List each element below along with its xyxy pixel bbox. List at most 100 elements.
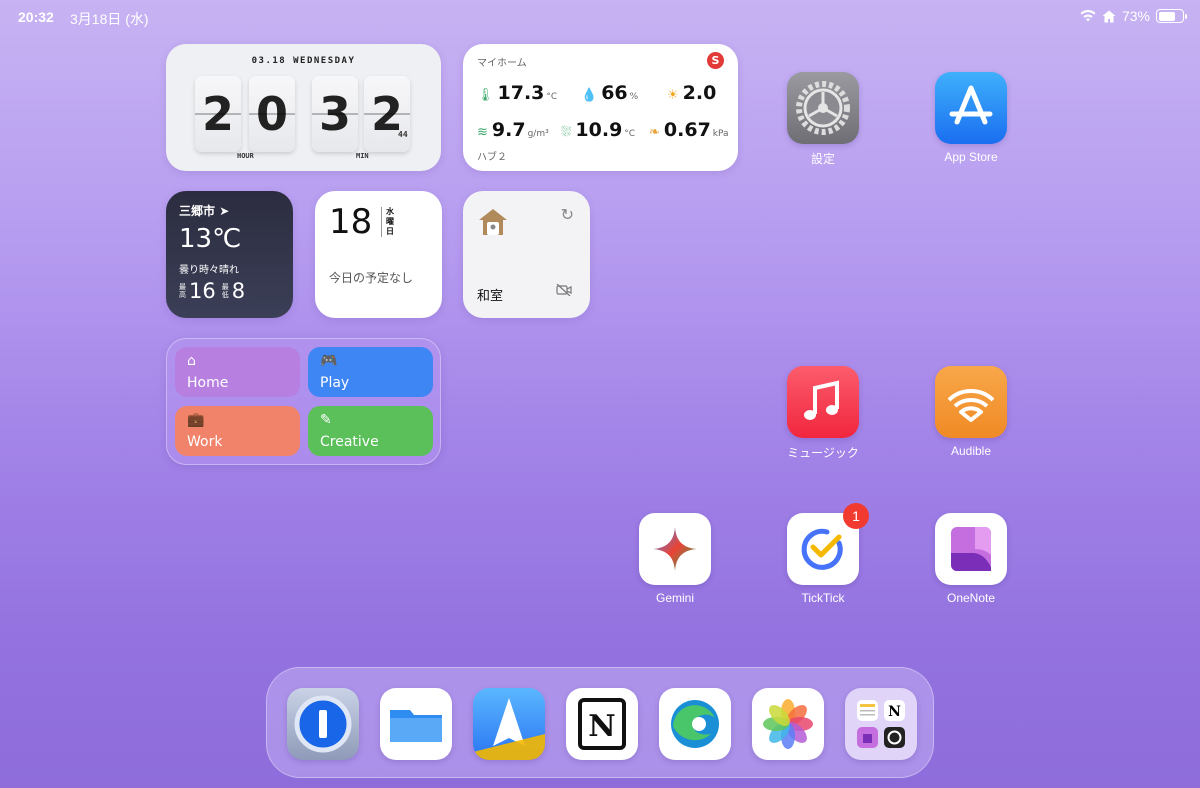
calendar-weekday: 水 曜 日: [381, 207, 394, 237]
gamepad-icon: 🎮: [320, 353, 338, 369]
briefcase-icon: 💼: [187, 412, 205, 428]
temperature-reading: 🌡 17.3 °C: [477, 82, 557, 104]
temperature-value: 17.3: [497, 82, 545, 104]
thermometer-icon: 🌡: [477, 88, 494, 103]
shortcut-work-button[interactable]: 💼 Work: [175, 406, 300, 456]
app-label: App Store: [944, 150, 998, 164]
house-icon: ⌂: [187, 353, 196, 369]
app-label: Audible: [950, 444, 992, 458]
app-folder-icon: N: [857, 700, 905, 748]
status-time: 20:32: [18, 9, 54, 25]
app-label: 設定: [810, 152, 835, 166]
spark-mail-icon: [473, 698, 545, 760]
clock-digit: 2: [364, 76, 410, 152]
home-icon: [1102, 10, 1116, 22]
dock-spark[interactable]: [473, 688, 545, 760]
weather-city: 三郷市 ➤: [179, 204, 230, 218]
vpd-reading: ❧ 0.67 kPa: [649, 119, 729, 141]
pencil-icon: ✎: [320, 412, 332, 428]
shortcut-label: Home: [187, 375, 229, 391]
app-gemini[interactable]: Gemini: [639, 513, 711, 605]
files-folder-icon: [390, 710, 442, 742]
clock-date: 03.18 WEDNESDAY: [251, 56, 356, 66]
app-audible[interactable]: Audible: [935, 366, 1007, 458]
dock-folder[interactable]: N: [845, 688, 917, 760]
camera-widget[interactable]: ↻ 和室: [463, 191, 590, 318]
humidity-reading: 💧 66 %: [581, 82, 638, 104]
absolute-humidity-unit: g/m³: [527, 129, 549, 139]
app-ticktick[interactable]: 1 TickTick: [787, 503, 869, 605]
dew-point-value: 10.9: [575, 119, 623, 141]
shortcut-creative-button[interactable]: ✎ Creative: [308, 406, 433, 456]
app-label: ミュージック: [787, 446, 859, 460]
dew-point-icon: ⛆: [561, 125, 572, 140]
flip-clock-widget[interactable]: 03.18 WEDNESDAY 2 0 3 2 HOUR MIN 44: [166, 44, 441, 171]
humidity-value: 66: [601, 82, 628, 104]
calendar-no-events: 今日の予定なし: [329, 271, 414, 285]
clock-digit: 0: [249, 76, 295, 152]
sun-value: 2.0: [682, 82, 717, 104]
app-appstore[interactable]: App Store: [935, 72, 1007, 164]
dock-files[interactable]: [380, 688, 452, 760]
low-temp: 8: [231, 279, 246, 303]
absolute-humidity-reading: ≋ 9.7 g/m³: [477, 119, 549, 141]
app-label: Gemini: [655, 591, 694, 605]
weather-high-low: 最高 16 最低 8: [179, 279, 249, 303]
hub-label: ハブ２: [477, 152, 507, 163]
humidity-unit: %: [629, 92, 639, 102]
vpd-unit: kPa: [712, 129, 729, 139]
app-onenote[interactable]: OneNote: [935, 513, 1007, 605]
dock-notion[interactable]: N: [566, 688, 638, 760]
wind-icon: ≋: [477, 125, 488, 140]
photos-icon: [763, 699, 813, 749]
shortcut-play-button[interactable]: 🎮 Play: [308, 347, 433, 397]
calendar-widget[interactable]: 18 水 曜 日 今日の予定なし: [315, 191, 442, 318]
refresh-icon[interactable]: ↻: [561, 205, 574, 224]
clock-digit: 2: [195, 76, 241, 152]
camera-room: 和室: [477, 289, 504, 304]
calendar-day: 18: [329, 202, 373, 242]
dock-1password[interactable]: [287, 688, 359, 760]
notification-badge: 1: [843, 503, 869, 529]
dock-photos[interactable]: [752, 688, 824, 760]
dew-point-unit: °C: [624, 129, 636, 139]
settings-gear-icon: [787, 72, 859, 144]
absolute-humidity-value: 9.7: [491, 119, 526, 141]
1password-icon: [294, 695, 352, 753]
app-label: TickTick: [801, 591, 845, 605]
dock-edge[interactable]: [659, 688, 731, 760]
location-arrow-icon: ➤: [219, 204, 230, 218]
home-sensor-widget[interactable]: マイホーム S 🌡 17.3 °C 💧 66 % ☀ 2.0 ≋ 9.7 g/m…: [463, 44, 738, 171]
vpd-value: 0.67: [663, 119, 711, 141]
battery-icon: [1156, 9, 1187, 23]
temperature-unit: °C: [546, 92, 558, 102]
droplet-icon: 💧: [581, 88, 598, 103]
svg-text:N: N: [588, 709, 615, 744]
music-note-icon: [787, 366, 859, 438]
wifi-icon: [1080, 10, 1096, 22]
sun-icon: ☀: [667, 88, 679, 103]
shortcut-home-button[interactable]: ⌂ Home: [175, 347, 300, 397]
svg-text:N: N: [888, 704, 901, 720]
dock: N N: [266, 667, 934, 778]
onenote-icon: [935, 513, 1007, 585]
hour-label: HOUR: [237, 152, 254, 160]
audible-icon: [935, 366, 1007, 438]
app-music[interactable]: ミュージック: [787, 366, 859, 461]
status-date: 3月18日 (水): [70, 11, 149, 27]
shortcut-label: Work: [187, 434, 223, 450]
shortcuts-widget: ⌂ Home 🎮 Play 💼 Work ✎ Creative: [166, 338, 441, 465]
camera-off-icon: [556, 284, 572, 296]
high-temp: 16: [189, 279, 216, 303]
weather-widget[interactable]: 三郷市 ➤ 13℃ 曇り時々晴れ 最高 16 最低 8: [166, 191, 293, 318]
battery-percent: 73%: [1121, 8, 1150, 24]
clock-digit: 3: [312, 76, 358, 152]
app-settings[interactable]: 設定: [787, 72, 859, 167]
min-label: MIN: [356, 152, 369, 160]
notion-icon: N: [578, 698, 626, 750]
app-label: OneNote: [946, 591, 996, 605]
dew-point-reading: ⛆ 10.9 °C: [561, 119, 635, 141]
high-label: 最高: [179, 283, 186, 299]
status-bar: 20:32 3月18日 (水) 73%: [0, 0, 1200, 34]
low-label: 最低: [221, 283, 229, 299]
